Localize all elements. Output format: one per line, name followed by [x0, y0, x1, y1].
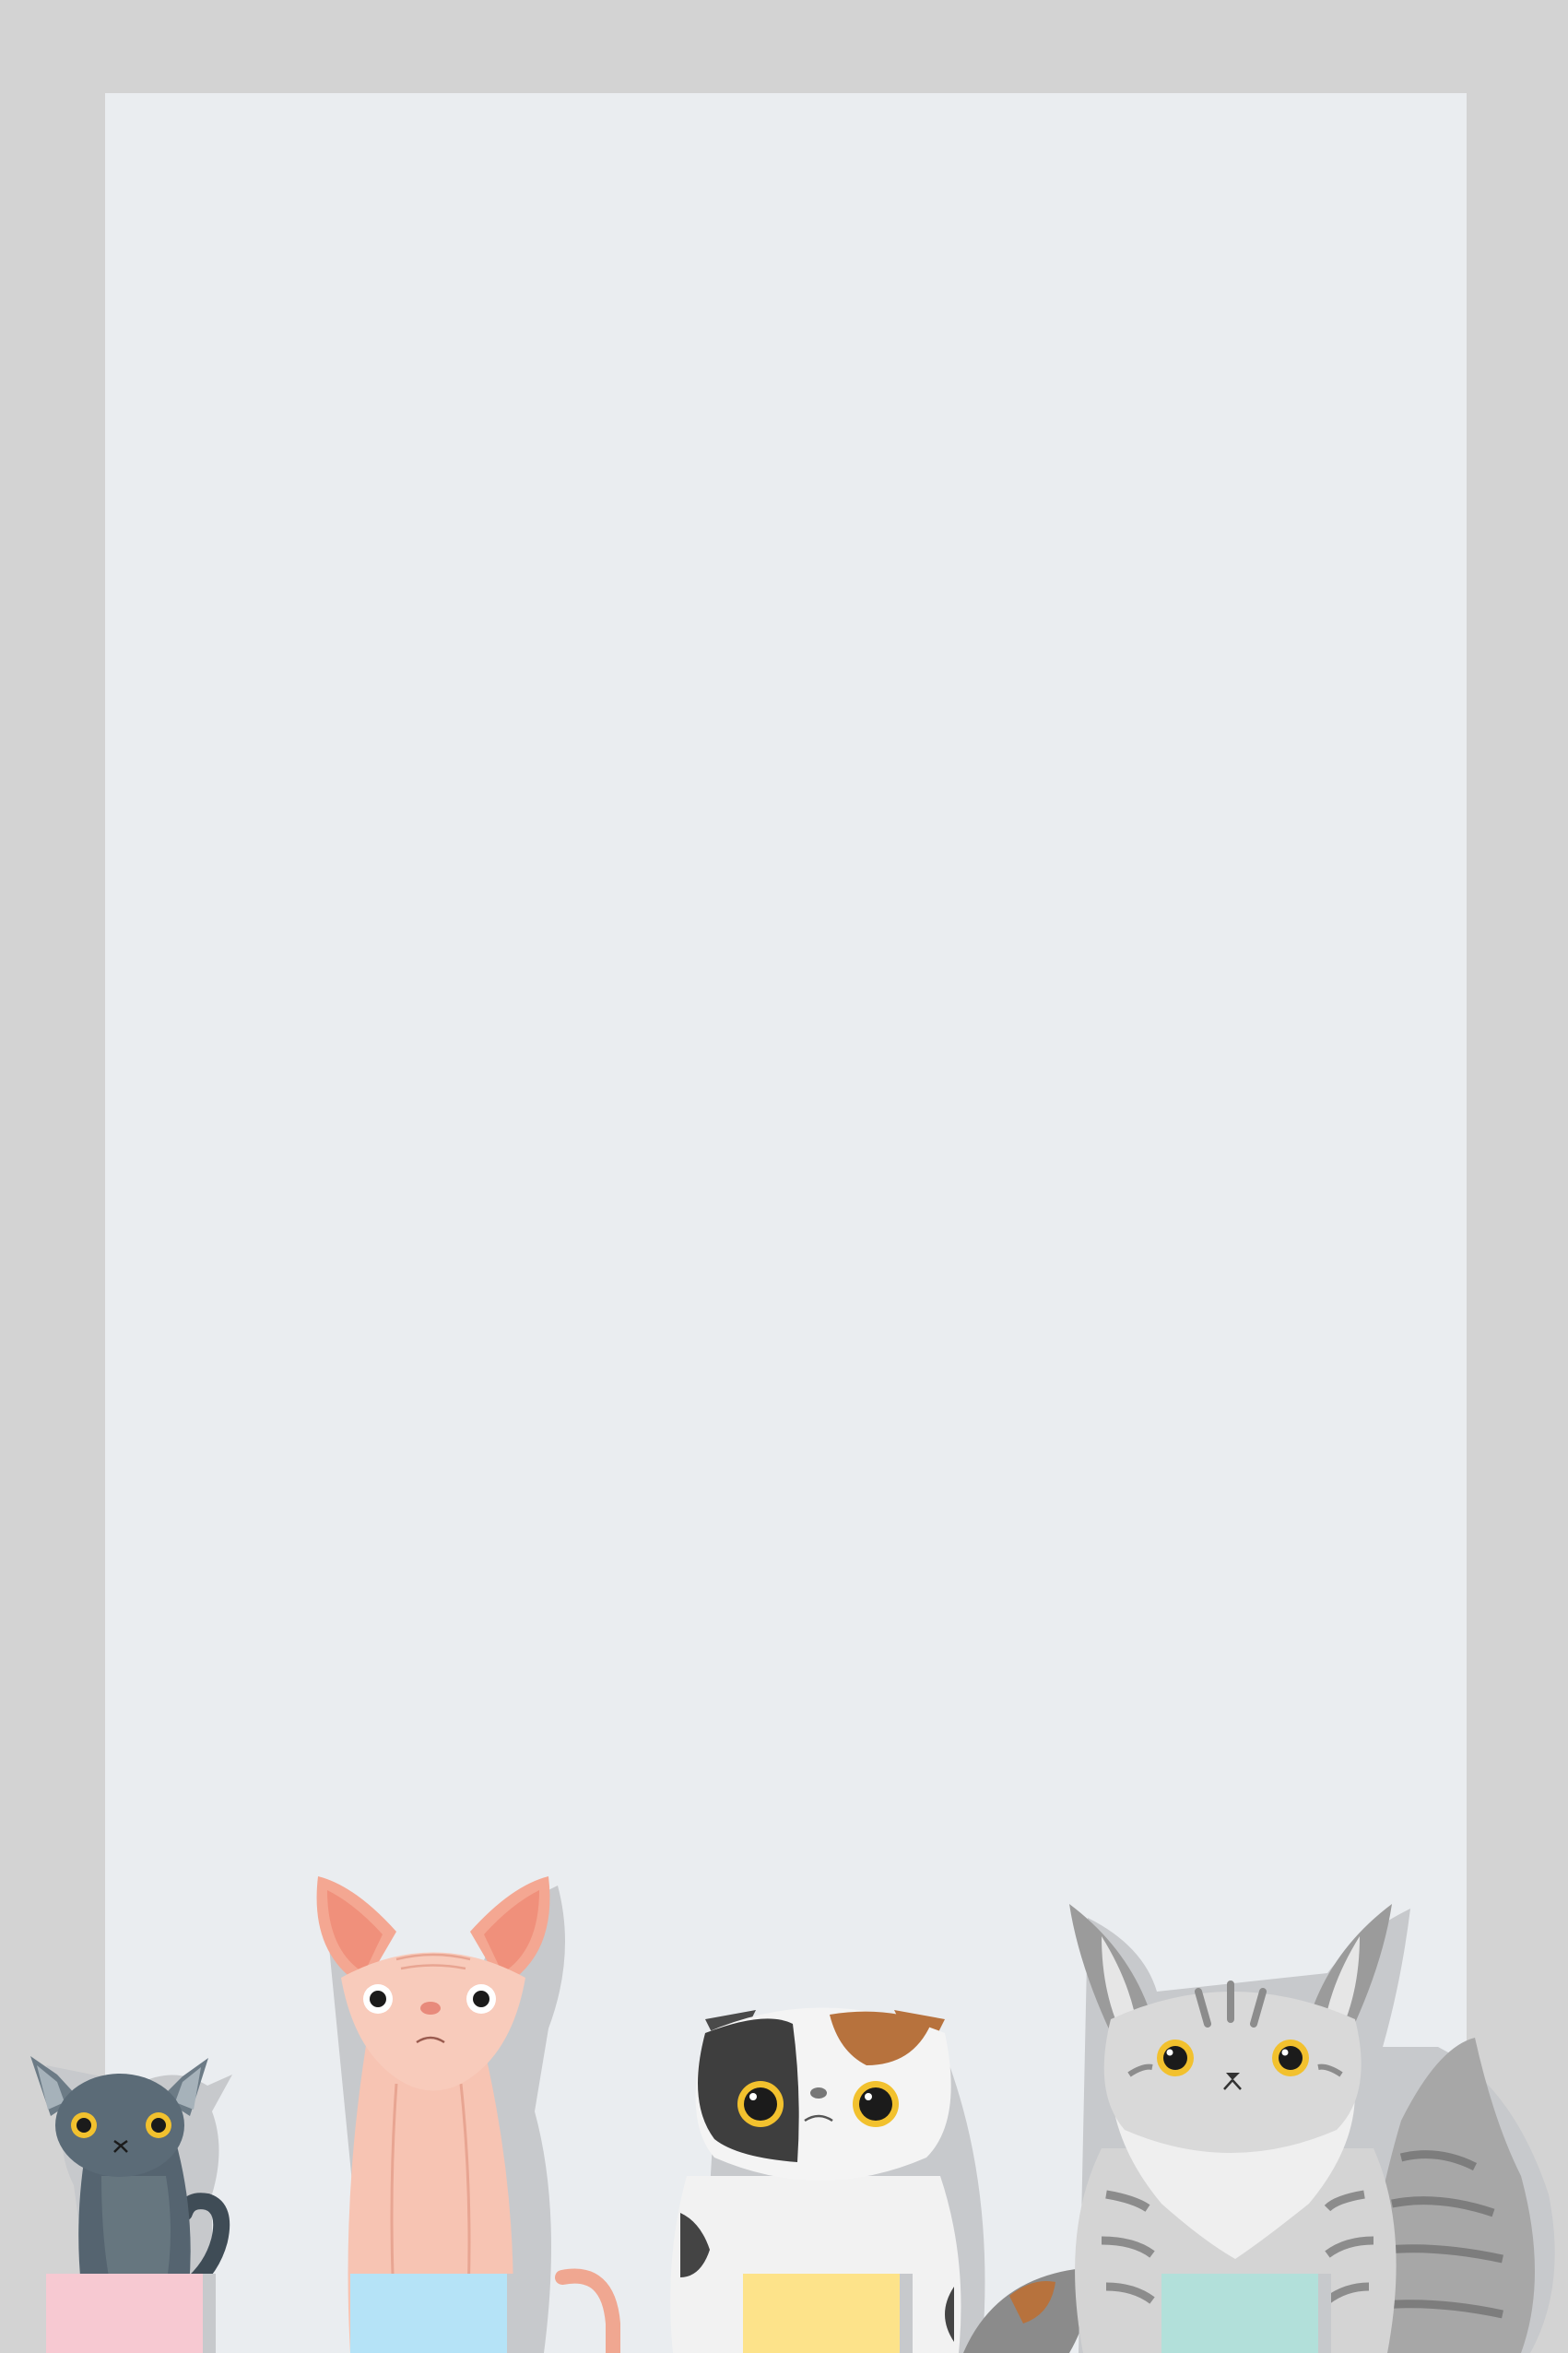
- cats-illustration: [30, 1876, 1555, 2353]
- calico-cat: [670, 2007, 1088, 2353]
- tabby-cat: [1069, 1904, 1555, 2353]
- sphynx-cat: [316, 1876, 620, 2353]
- gray-cat: [30, 2056, 232, 2353]
